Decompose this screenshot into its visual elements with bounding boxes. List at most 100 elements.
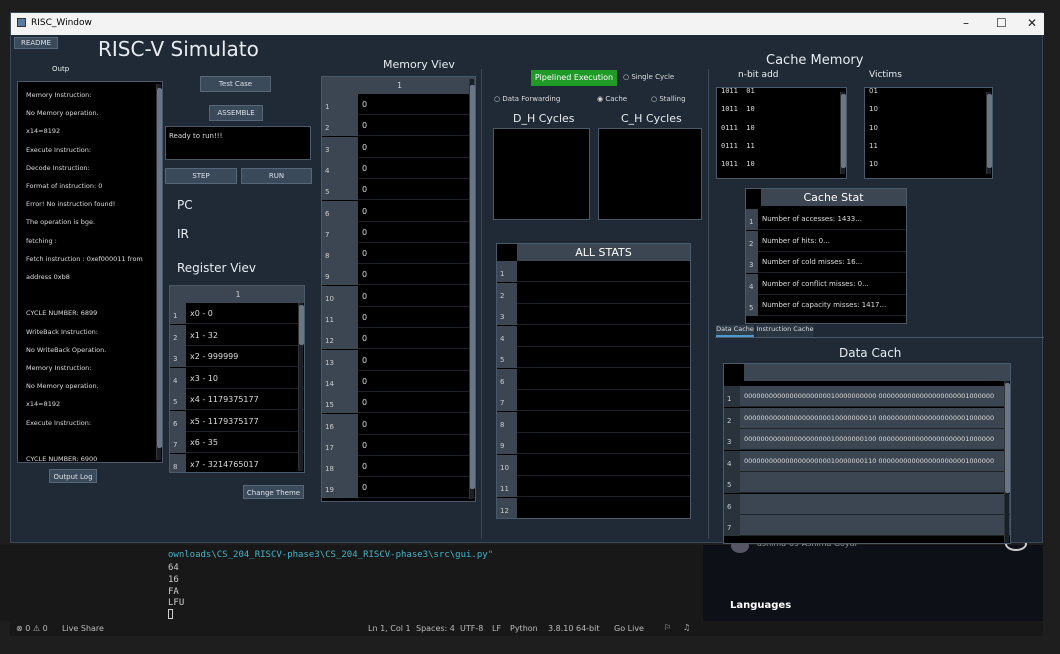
table-row[interactable]: 1 x0 - 0 (170, 303, 304, 324)
data-cache-table[interactable]: 1 00000000000000000000010000000000 000000… (723, 363, 1011, 544)
table-row[interactable]: 4 x3 - 10 (170, 367, 304, 389)
table-row[interactable]: 9 (497, 433, 690, 454)
table-row[interactable]: 2 x1 - 32 (170, 324, 304, 346)
table-row[interactable]: 3 (497, 304, 690, 325)
table-row[interactable]: 10 0 (322, 285, 475, 307)
maximize-icon[interactable]: ☐ (996, 16, 1007, 30)
table-row[interactable]: 6 (497, 368, 690, 390)
table-row[interactable]: 3 Number of cold misses: 16... (746, 252, 906, 273)
table-row[interactable]: 17 0 (322, 434, 475, 456)
table-row[interactable]: 2 00000000000000000000010000000010 000000… (724, 407, 1010, 429)
row-number: 11 (497, 476, 517, 497)
table-row[interactable]: 5 (497, 347, 690, 368)
nbit-entry: 0111 10 (721, 123, 755, 132)
table-row[interactable]: 5 Number of capacity misses: 1417... (746, 295, 906, 316)
table-row[interactable]: 3 x2 - 999999 (170, 346, 304, 367)
register-table[interactable]: 1 1 x0 - 0 2 x1 - 32 3 x2 - 999999 4 x3 - 10 5 x4… (169, 285, 305, 473)
table-row[interactable]: 1 (497, 261, 690, 282)
table-row[interactable]: 8 (497, 411, 690, 433)
interpreter[interactable]: 3.8.10 64-bit (548, 624, 600, 633)
minimize-icon[interactable]: – (963, 16, 969, 30)
table-row[interactable]: 90 (322, 264, 475, 286)
table-row[interactable]: 1 Number of accesses: 1433... (746, 209, 906, 230)
table-row[interactable]: 6 x5 - 1179375177 (170, 410, 304, 432)
table-row[interactable]: 40 (322, 157, 475, 179)
table-row[interactable]: 2 Number of hits: 0... (746, 230, 906, 252)
memory-value: 0 (362, 142, 368, 152)
all-stats-table[interactable]: ALL STATS 1 2 3 4 5 6 7 8 9 10 11 12 (496, 243, 691, 519)
table-row[interactable]: 7 (497, 390, 690, 411)
encoding[interactable]: UTF-8 (460, 624, 483, 633)
table-row[interactable]: 13 0 (322, 349, 475, 371)
table-row[interactable]: 3 00000000000000000000010000000100 000000… (724, 429, 1010, 450)
row-number: 3 (746, 252, 758, 273)
table-row[interactable]: 19 0 (322, 477, 475, 499)
table-row[interactable]: 16 0 (322, 413, 475, 435)
single-cycle-radio[interactable]: ○ Single Cycle (623, 73, 674, 81)
table-row[interactable]: 12 (497, 497, 690, 518)
table-row[interactable]: 5 x4 - 1179375177 (170, 389, 304, 410)
test-case-button[interactable]: Test Case (200, 76, 271, 92)
assemble-button[interactable]: ASSEMBLE (209, 105, 263, 121)
tab-instruction-cache[interactable]: Instruction Cache (756, 325, 814, 337)
register-value: x2 - 999999 (190, 352, 239, 361)
language-mode[interactable]: Python (510, 624, 538, 633)
row-number: 19 (322, 477, 358, 499)
pipelined-execution-toggle[interactable]: Pipelined Execution (531, 70, 617, 86)
table-row[interactable]: 30 (322, 136, 475, 158)
table-row[interactable]: 2 (497, 282, 690, 304)
row-number: 2 (724, 407, 740, 429)
table-row[interactable]: 70 (322, 221, 475, 243)
table-row[interactable]: 18 0 (322, 456, 475, 478)
table-row[interactable]: 80 (322, 243, 475, 265)
data-forwarding-radio[interactable]: ○ Data Forwarding (494, 95, 560, 103)
row-number: 18 (322, 456, 358, 478)
table-row[interactable]: 60 (322, 200, 475, 222)
change-theme-button[interactable]: Change Theme (243, 485, 304, 499)
table-row[interactable]: 4 00000000000000000000010000000110 000000… (724, 450, 1010, 472)
row-number: 4 (724, 450, 740, 472)
table-row[interactable]: 6 (724, 493, 1010, 515)
pc-label: PC (177, 198, 193, 212)
table-row[interactable]: 5 (724, 472, 1010, 493)
table-row[interactable]: 8 x7 - 3214765017 (170, 453, 304, 472)
go-live-button[interactable]: Go Live (614, 624, 644, 633)
cache-radio[interactable]: ◉ Cache (597, 95, 627, 103)
memory-table[interactable]: 1 1 0 2 0 3 0 4 0 5 0 6 0 7 0 8 0 9 0 10 0 11 0 12 0 13 0 14 0 15 0 16… (321, 76, 476, 502)
table-row[interactable]: 11 (497, 476, 690, 497)
tab-data-cache[interactable]: Data Cache (716, 325, 754, 337)
indent-setting[interactable]: Spaces: 4 (416, 624, 455, 633)
eol[interactable]: LF (492, 624, 501, 633)
table-row[interactable]: 11 0 (322, 307, 475, 328)
close-icon[interactable]: ✕ (1027, 16, 1037, 30)
table-row[interactable]: 20 (322, 115, 475, 137)
broadcast-icon[interactable]: ⚐ (664, 623, 671, 632)
log-line: Format of instruction: 0 (26, 182, 103, 190)
terminal-panel[interactable]: ownloads\CS_204_RISCV-phase3\CS_204_RISC… (10, 545, 703, 621)
table-row[interactable]: 15 0 (322, 392, 475, 414)
run-button[interactable]: RUN (241, 168, 312, 184)
table-row[interactable]: 10 (322, 94, 475, 115)
bell-icon[interactable]: ♫ (683, 623, 690, 632)
table-row[interactable]: 1 00000000000000000000010000000000 000000… (724, 386, 1010, 407)
terminal-path: ownloads\CS_204_RISCV-phase3\CS_204_RISC… (168, 550, 494, 560)
readme-button[interactable]: README (14, 37, 58, 49)
table-row[interactable]: 12 0 (322, 328, 475, 350)
live-share-button[interactable]: Live Share (62, 624, 104, 633)
table-row[interactable]: 50 (322, 179, 475, 201)
table-row[interactable]: 14 0 (322, 370, 475, 392)
table-row[interactable]: 4 Number of conflict misses: 0... (746, 273, 906, 295)
cursor-position[interactable]: Ln 1, Col 1 (368, 624, 411, 633)
table-row[interactable]: 7 (724, 515, 1010, 536)
table-row[interactable]: 10 (497, 454, 690, 476)
problems-indicator[interactable]: ⊗ 0 ⚠ 0 (16, 624, 48, 633)
step-button[interactable]: STEP (165, 168, 237, 184)
table-row[interactable]: 4 (497, 325, 690, 347)
output-log-button[interactable]: Output Log (49, 469, 97, 483)
cache-stat-table[interactable]: Cache Stat 1 Number of accesses: 1433... 2… (745, 188, 907, 324)
stalling-radio[interactable]: ○ Stalling (651, 95, 686, 103)
cache-line-value: 00000000000000000000010000000000 0000000… (744, 392, 995, 400)
cache-line-value: 00000000000000000000010000000110 0000000… (744, 456, 995, 465)
right-scrollbar[interactable] (1043, 12, 1060, 636)
table-row[interactable]: 7 x6 - 35 (170, 432, 304, 453)
